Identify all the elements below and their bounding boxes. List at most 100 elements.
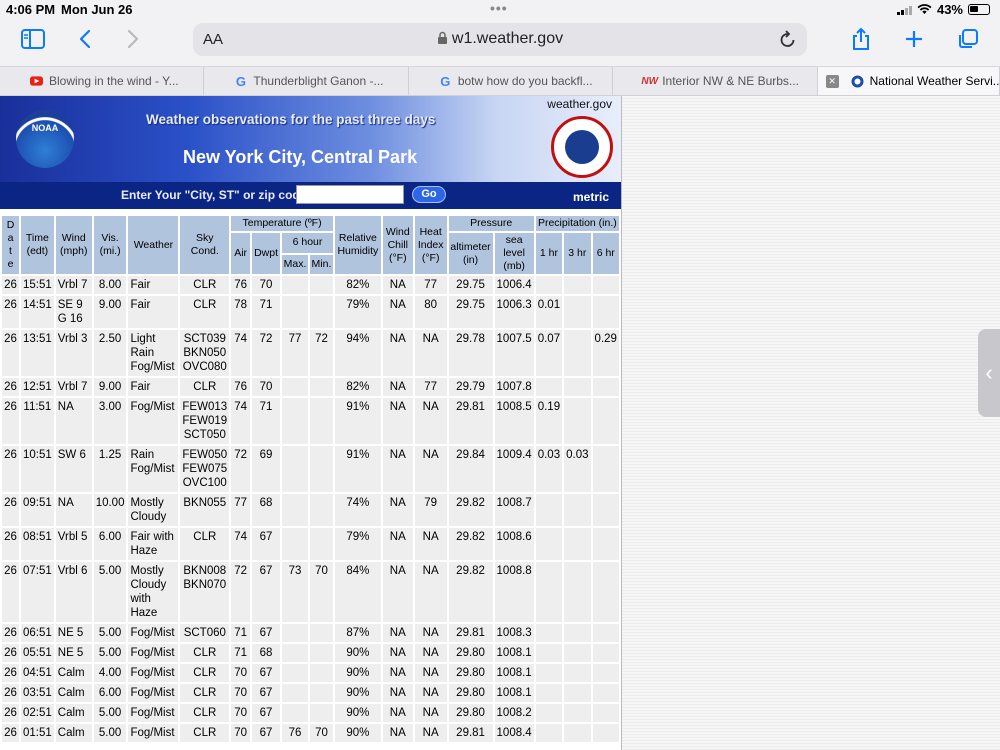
cell-min bbox=[309, 398, 333, 444]
col-wind: Wind (mph) bbox=[55, 216, 92, 274]
col-sky: Sky Cond. bbox=[180, 216, 230, 274]
tab-youtube[interactable]: Blowing in the wind - Y... bbox=[0, 67, 205, 95]
cell-sky: CLR bbox=[180, 296, 230, 328]
tab-overview-icon[interactable] bbox=[957, 26, 979, 52]
cell-altimeter: 29.82 bbox=[448, 562, 493, 622]
go-button[interactable]: Go bbox=[412, 186, 446, 203]
cell-wind-chill: NA bbox=[382, 624, 413, 642]
cell-altimeter: 29.84 bbox=[448, 446, 493, 492]
observations-body: 26 15:51 Vrbl 7 8.00 Fair CLR 76 70 82% NA 77 29.75… bbox=[2, 276, 619, 742]
status-right: 43% bbox=[896, 2, 990, 17]
col-precip-1hr: 1 hr bbox=[535, 233, 563, 274]
cell-min bbox=[309, 624, 333, 642]
cell-sky: CLR bbox=[180, 276, 230, 294]
cell-visibility: 1.25 bbox=[93, 446, 127, 492]
cell-wind-chill: NA bbox=[382, 704, 413, 722]
cell-precip-1hr bbox=[535, 704, 563, 722]
split-view-handle[interactable]: ‹ bbox=[978, 329, 1000, 417]
tab-nws[interactable]: ✕ National Weather Servi... bbox=[817, 67, 1000, 95]
cell-weather: Mostly Cloudy with Haze bbox=[128, 562, 179, 622]
cell-sea-level: 1008.1 bbox=[494, 664, 534, 682]
table-row: 26 02:51 Calm 5.00 Fog/Mist CLR 70 67 90% NA NA 29.… bbox=[2, 704, 619, 722]
cell-altimeter: 29.81 bbox=[448, 398, 493, 444]
cell-sea-level: 1008.3 bbox=[494, 624, 534, 642]
cell-visibility: 8.00 bbox=[93, 276, 127, 294]
cell-dewpoint: 67 bbox=[252, 664, 281, 682]
tab-google-botw[interactable]: G botw how do you backfl... bbox=[409, 67, 614, 95]
cell-sky: CLR bbox=[180, 528, 230, 560]
cell-date: 26 bbox=[2, 664, 19, 682]
cell-weather: Fair bbox=[128, 296, 179, 328]
cell-precip-1hr bbox=[535, 378, 563, 396]
nws-icon bbox=[851, 75, 864, 88]
cell-heat-index: NA bbox=[414, 644, 447, 662]
share-icon[interactable] bbox=[850, 26, 872, 52]
cell-date: 26 bbox=[2, 330, 19, 376]
reload-icon[interactable] bbox=[779, 29, 797, 54]
cell-date: 26 bbox=[2, 528, 19, 560]
cell-altimeter: 29.81 bbox=[448, 724, 493, 742]
forward-icon[interactable] bbox=[124, 26, 142, 52]
weather-gov-link[interactable]: weather.gov bbox=[547, 97, 612, 111]
col-weather: Weather bbox=[128, 216, 179, 274]
cell-dewpoint: 69 bbox=[252, 446, 281, 492]
cell-time: 13:51 bbox=[20, 330, 54, 376]
nws-logo[interactable] bbox=[551, 116, 613, 178]
cell-wind: Vrbl 5 bbox=[55, 528, 92, 560]
cell-heat-index: NA bbox=[414, 398, 447, 444]
cell-wind: Calm bbox=[55, 704, 92, 722]
cell-heat-index: NA bbox=[414, 684, 447, 702]
back-icon[interactable] bbox=[76, 26, 94, 52]
cell-visibility: 3.00 bbox=[93, 398, 127, 444]
table-row: 26 14:51 SE 9G 16 9.00 Fair CLR 78 71 79% NA 80 29.… bbox=[2, 296, 619, 328]
multitask-dots[interactable]: ••• bbox=[490, 0, 508, 16]
tab-google-thunderblight[interactable]: G Thunderblight Ganon -... bbox=[204, 67, 409, 95]
cell-altimeter: 29.82 bbox=[448, 494, 493, 526]
cell-weather: Light Rain Fog/Mist bbox=[128, 330, 179, 376]
cell-weather: Fog/Mist bbox=[128, 684, 179, 702]
address-bar[interactable]: AA w1.weather.gov bbox=[193, 23, 807, 56]
cell-time: 14:51 bbox=[20, 296, 54, 328]
cell-dewpoint: 71 bbox=[252, 398, 281, 444]
location-search-bar: Enter Your "City, ST" or zip code Go met… bbox=[0, 182, 621, 209]
cell-heat-index: NA bbox=[414, 704, 447, 722]
cell-precip-6hr bbox=[592, 704, 619, 722]
table-row: 26 08:51 Vrbl 5 6.00 Fair with Haze CLR 74 67 79… bbox=[2, 528, 619, 560]
cell-wind-chill: NA bbox=[382, 528, 413, 560]
cell-wind: SW 6 bbox=[55, 446, 92, 492]
cell-humidity: 82% bbox=[334, 378, 381, 396]
cell-max bbox=[282, 704, 308, 722]
cell-air: 77 bbox=[231, 494, 251, 526]
cell-min bbox=[309, 528, 333, 560]
cell-precip-6hr: 0.29 bbox=[592, 330, 619, 376]
cell-dewpoint: 67 bbox=[252, 724, 281, 742]
cell-humidity: 90% bbox=[334, 724, 381, 742]
cell-precip-6hr bbox=[592, 684, 619, 702]
new-tab-icon[interactable] bbox=[903, 26, 925, 52]
cell-precip-3hr bbox=[564, 644, 591, 662]
cell-air: 74 bbox=[231, 330, 251, 376]
cell-sky: FEW050 FEW075 OVC100 bbox=[180, 446, 230, 492]
url-field[interactable]: w1.weather.gov bbox=[193, 30, 807, 48]
cell-visibility: 6.00 bbox=[93, 684, 127, 702]
cell-humidity: 82% bbox=[334, 276, 381, 294]
cell-air: 70 bbox=[231, 684, 251, 702]
cell-weather: Fog/Mist bbox=[128, 664, 179, 682]
col-temperature: Temperature (ºF) bbox=[231, 216, 333, 231]
close-tab-icon[interactable]: ✕ bbox=[825, 74, 839, 88]
location-search-input[interactable] bbox=[296, 185, 404, 204]
noaa-logo[interactable]: NOAA bbox=[16, 110, 74, 168]
sidebar-toggle-icon[interactable] bbox=[20, 26, 46, 52]
table-row: 26 06:51 NE 5 5.00 Fog/Mist SCT060 71 67 87% NA NA… bbox=[2, 624, 619, 642]
tab-interior-nw[interactable]: NW Interior NW & NE Burbs... bbox=[613, 67, 818, 95]
col-dewpoint: Dwpt bbox=[252, 233, 281, 274]
cell-precip-6hr bbox=[592, 398, 619, 444]
metric-link[interactable]: metric bbox=[573, 190, 609, 204]
cell-sky: CLR bbox=[180, 664, 230, 682]
cell-humidity: 87% bbox=[334, 624, 381, 642]
cell-min bbox=[309, 446, 333, 492]
cell-time: 06:51 bbox=[20, 624, 54, 642]
tab-label: Thunderblight Ganon -... bbox=[253, 74, 384, 88]
cell-max bbox=[282, 378, 308, 396]
cell-heat-index: NA bbox=[414, 664, 447, 682]
